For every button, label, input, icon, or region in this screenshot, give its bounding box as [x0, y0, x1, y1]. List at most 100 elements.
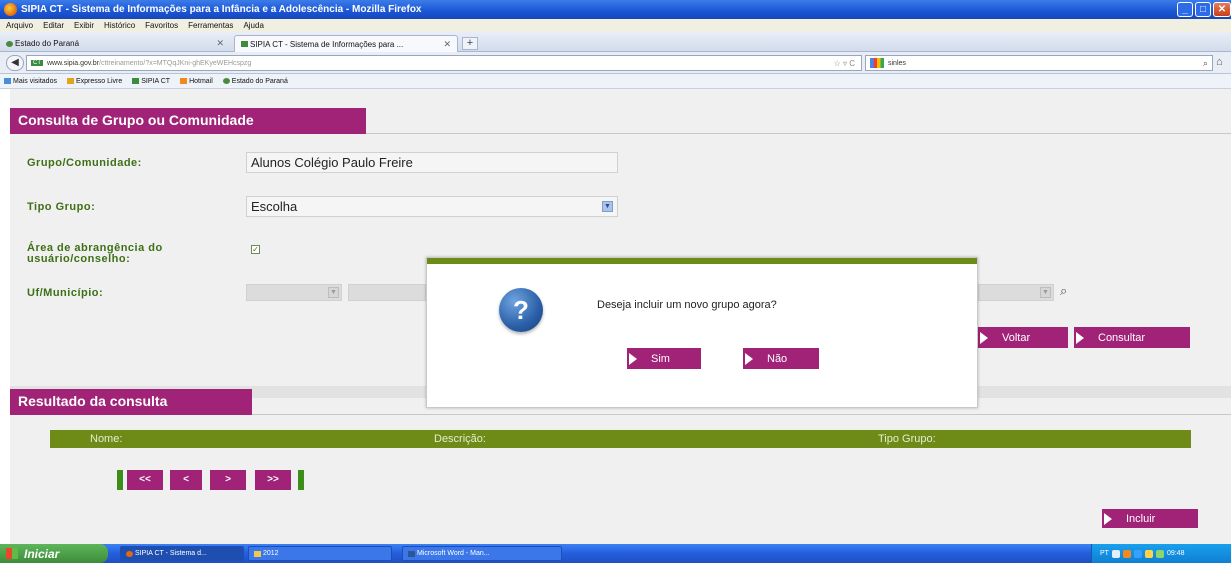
column-nome: Nome:: [90, 433, 123, 445]
question-icon: ?: [499, 288, 543, 332]
menu-bar: Arquivo Editar Exibir Histórico Favorito…: [0, 19, 1231, 32]
results-table-header: Nome: Descrição: Tipo Grupo:: [50, 430, 1191, 448]
tray-icon[interactable]: [1155, 549, 1164, 558]
bookmark-estado-parana[interactable]: Estado do Paraná: [222, 77, 288, 85]
tray-icon[interactable]: [1133, 549, 1142, 558]
grupo-label: Grupo/Comunidade:: [27, 157, 142, 169]
confirm-dialog: ? Deseja incluir um novo grupo agora? Si…: [426, 257, 978, 408]
menu-exibir[interactable]: Exibir: [74, 21, 94, 30]
search-bar[interactable]: sinles ⌕: [865, 55, 1213, 71]
sim-button[interactable]: Sim: [627, 348, 701, 369]
tray-icon[interactable]: [1122, 549, 1131, 558]
tray-icon[interactable]: [1144, 549, 1153, 558]
tipo-grupo-label: Tipo Grupo:: [27, 201, 96, 213]
sipia-icon: [241, 41, 248, 47]
tipo-grupo-select[interactable]: Escolha: [246, 196, 618, 217]
firefox-icon: [126, 550, 133, 557]
bookmark-hotmail[interactable]: Hotmail: [180, 78, 213, 85]
consultar-button[interactable]: Consultar: [1074, 327, 1190, 348]
minimize-button[interactable]: _: [1177, 2, 1193, 17]
menu-arquivo[interactable]: Arquivo: [6, 21, 33, 30]
pager-next-button[interactable]: >: [210, 470, 246, 490]
tab-label: SIPIA CT - Sistema de Informações para .…: [250, 39, 404, 49]
url-bar[interactable]: CT www.sipia.gov.br /cttreinamento/?x=MT…: [26, 55, 862, 71]
menu-historico[interactable]: Histórico: [104, 21, 135, 30]
taskbar-item-word[interactable]: Microsoft Word - Man...: [402, 546, 562, 561]
uf-municipio-label: Uf/Município:: [27, 287, 104, 299]
system-tray: PT 09:48: [1091, 544, 1231, 563]
tipo-grupo-value: Escolha: [251, 199, 298, 214]
grupo-input[interactable]: Alunos Colégio Paulo Freire: [246, 152, 618, 173]
close-tab-icon[interactable]: ✕: [443, 39, 451, 50]
results-title-divider: [252, 414, 1231, 415]
search-icon[interactable]: ⌕: [1203, 58, 1208, 69]
url-host: www.sipia.gov.br: [47, 59, 100, 67]
tab-bar: Estado do Paraná ✕ SIPIA CT - Sistema de…: [0, 32, 1231, 52]
nao-label: Não: [767, 352, 788, 365]
menu-ajuda[interactable]: Ajuda: [243, 21, 263, 30]
arrow-right-icon: [1104, 512, 1112, 525]
bookmarks-bar: Mais visitados Expresso Livre SIPIA CT H…: [0, 74, 1231, 89]
pager-prev-button[interactable]: <: [170, 470, 202, 490]
new-tab-button[interactable]: +: [462, 37, 478, 50]
sipia-icon: [132, 77, 140, 84]
taskbar-item-firefox[interactable]: SIPIA CT - Sistema d...: [120, 546, 244, 561]
taskbar-item-folder[interactable]: 2012: [248, 546, 392, 561]
language-indicator[interactable]: PT: [1100, 550, 1109, 557]
start-label: Iniciar: [24, 546, 60, 561]
incluir-label: Incluir: [1126, 512, 1156, 525]
pager-first-button[interactable]: <<: [127, 470, 163, 490]
bookmark-mais-visitados[interactable]: Mais visitados: [4, 78, 57, 85]
nao-button[interactable]: Não: [743, 348, 819, 369]
voltar-button[interactable]: Voltar: [978, 327, 1068, 348]
navigation-bar: ◀ CT www.sipia.gov.br /cttreinamento/?x=…: [0, 52, 1231, 74]
url-path: /cttreinamento/?x=MTQqJKni-ghEKyeWEHcspz…: [99, 59, 252, 67]
area-checkbox[interactable]: ✓: [251, 245, 260, 254]
arrow-right-icon: [1076, 331, 1084, 344]
close-window-button[interactable]: ✕: [1213, 2, 1231, 17]
tab-label: Estado do Paraná: [15, 39, 80, 48]
close-tab-icon[interactable]: ✕: [216, 38, 224, 49]
menu-favoritos[interactable]: Favoritos: [145, 21, 178, 30]
back-button[interactable]: ◀: [6, 55, 24, 71]
windows-logo-icon: [6, 548, 18, 559]
google-icon[interactable]: [870, 58, 884, 68]
dialog-message: Deseja incluir um novo grupo agora?: [597, 299, 777, 311]
bookmark-star-icon[interactable]: ☆ ▿ C: [834, 59, 855, 68]
municipio-select[interactable]: [348, 284, 426, 301]
column-tipo-grupo: Tipo Grupo:: [878, 433, 936, 445]
consultar-label: Consultar: [1098, 331, 1146, 344]
chevron-down-icon[interactable]: ▼: [602, 201, 613, 212]
menu-ferramentas[interactable]: Ferramentas: [188, 21, 233, 30]
chevron-down-icon[interactable]: ▼: [1040, 287, 1051, 298]
windows-taskbar: Iniciar SIPIA CT - Sistema d... 2012 Mic…: [0, 544, 1231, 563]
results-title: Resultado da consulta: [10, 389, 252, 415]
pager-last-button[interactable]: >>: [255, 470, 291, 490]
site-identity-icon[interactable]: CT: [31, 60, 43, 66]
tab-estado-parana[interactable]: Estado do Paraná ✕: [0, 35, 230, 52]
page-title: Consulta de Grupo ou Comunidade: [10, 108, 366, 134]
search-locate-icon[interactable]: ⌕: [1060, 283, 1067, 299]
dialog-topbar: [427, 258, 977, 264]
column-descricao: Descrição:: [434, 433, 486, 445]
menu-editar[interactable]: Editar: [43, 21, 64, 30]
bookmark-expresso-livre[interactable]: Expresso Livre: [66, 78, 122, 85]
pager-left-bracket: [117, 470, 123, 490]
pager-right-bracket: [298, 470, 304, 490]
bookmark-sipia[interactable]: SIPIA CT: [132, 78, 170, 85]
search-value: sinles: [888, 59, 906, 67]
area-label: Área de abrangência do usuário/conselho:: [27, 243, 163, 265]
voltar-label: Voltar: [1002, 331, 1031, 344]
title-divider: [366, 133, 1231, 134]
chevron-down-icon[interactable]: ▼: [328, 287, 339, 298]
home-icon[interactable]: ⌂: [1216, 56, 1223, 68]
tab-sipia[interactable]: SIPIA CT - Sistema de Informações para .…: [234, 35, 458, 52]
incluir-button[interactable]: Incluir: [1102, 509, 1198, 528]
tray-icon[interactable]: [1111, 549, 1120, 558]
arrow-right-icon: [980, 331, 988, 344]
globe-icon: [222, 77, 230, 84]
start-button[interactable]: Iniciar: [0, 544, 108, 563]
window-title: SIPIA CT - Sistema de Informações para a…: [21, 4, 422, 15]
arrow-right-icon: [745, 352, 753, 365]
maximize-button[interactable]: □: [1195, 2, 1211, 17]
